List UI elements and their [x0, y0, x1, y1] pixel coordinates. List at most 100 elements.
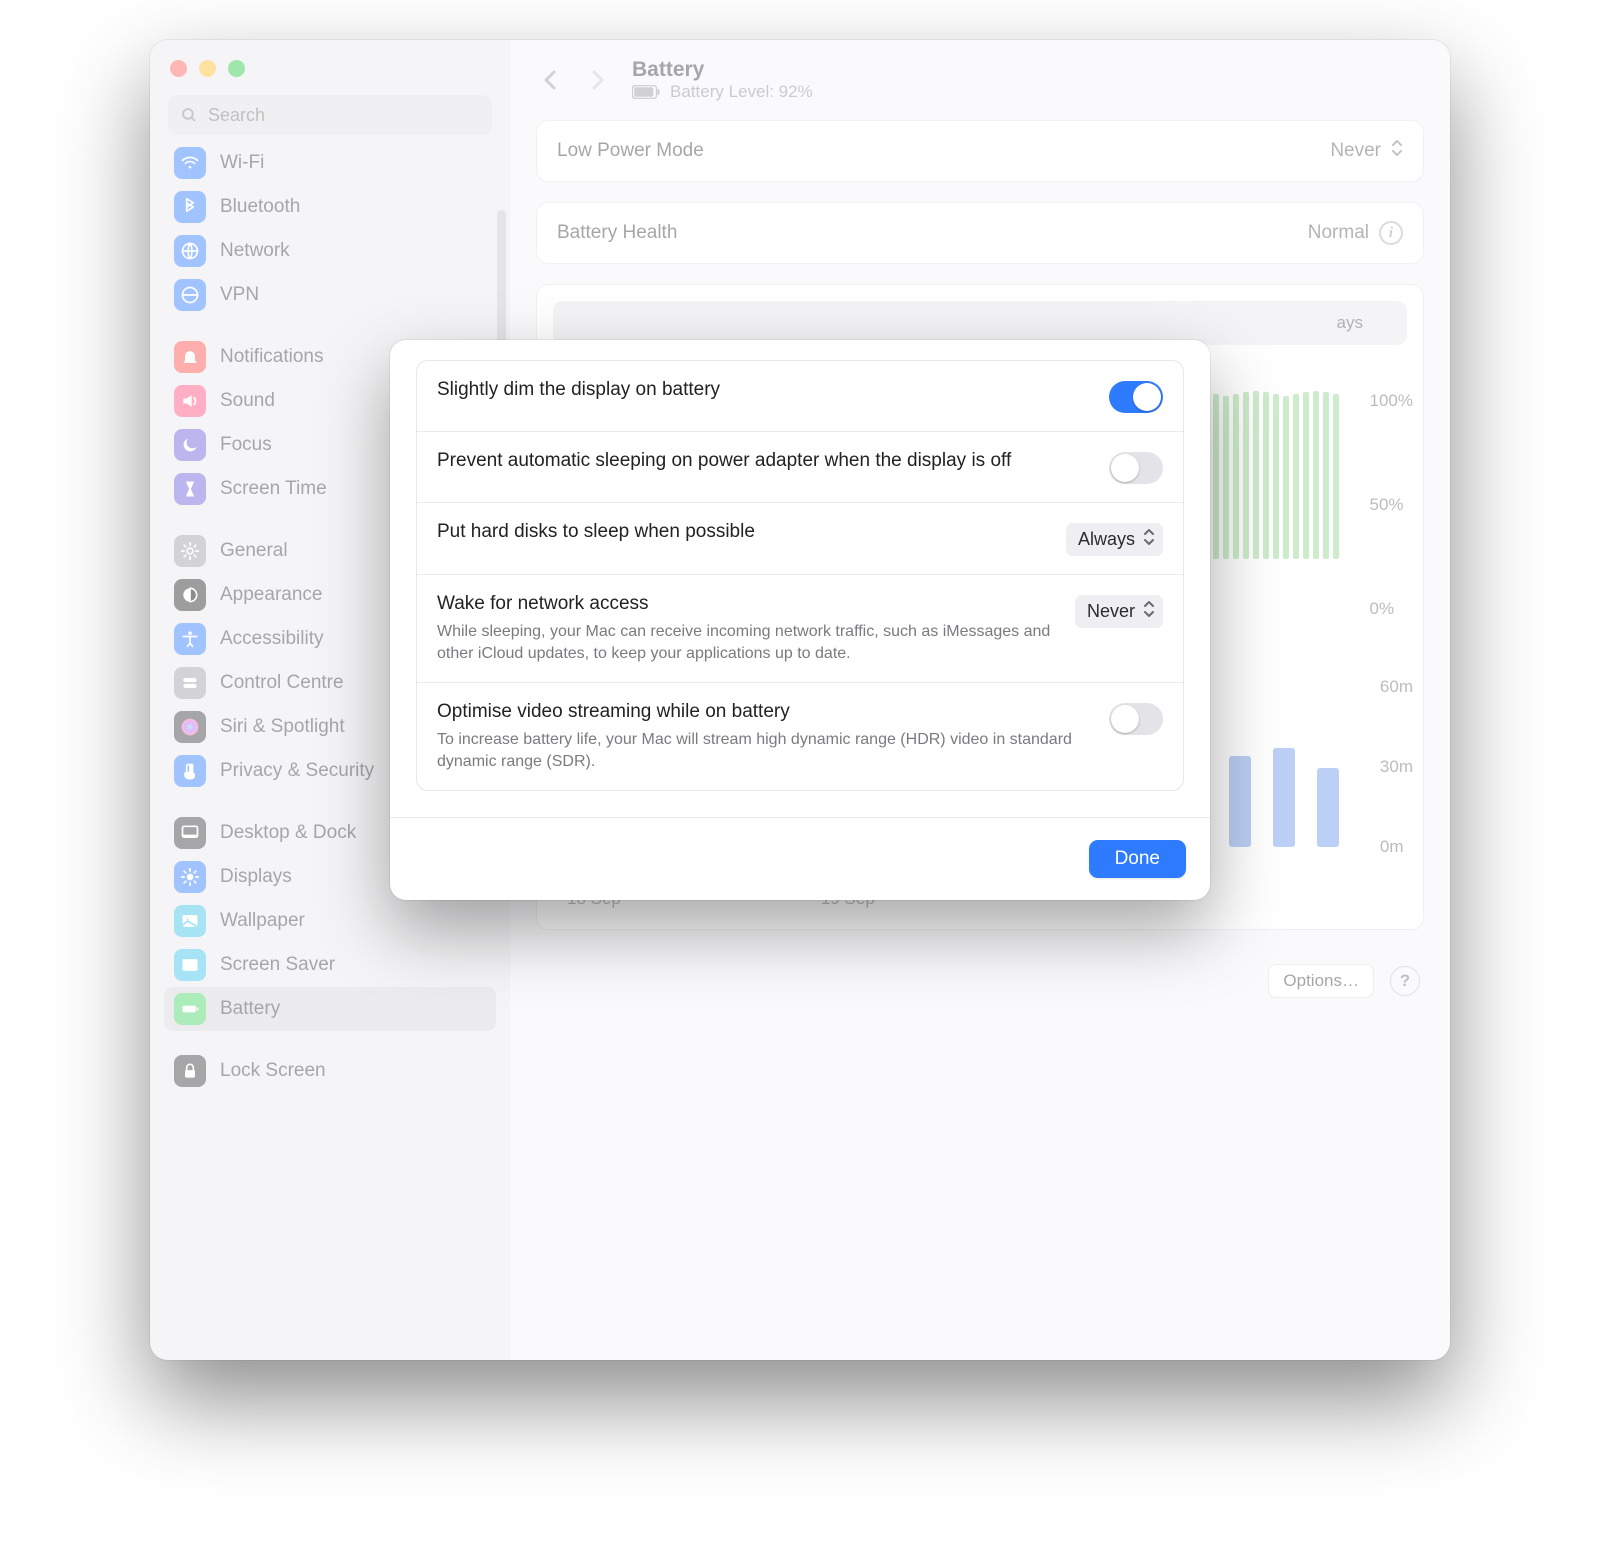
green-bar: [1243, 392, 1249, 559]
select-put-hard-disks-to-sleep-when-possible[interactable]: Always: [1066, 523, 1163, 556]
green-bar: [1213, 394, 1219, 559]
dock-icon: [174, 817, 206, 849]
lock-icon: [174, 1055, 206, 1087]
system-settings-window: Wi-Fi BluetoothNetwork VPN Notifications Sou…: [150, 40, 1450, 1360]
low-power-value: Never: [1330, 140, 1381, 162]
y-label: 60m: [1380, 677, 1413, 697]
toggle-prevent-automatic-sleeping-on-power-adap[interactable]: [1109, 452, 1163, 484]
page-subtitle: Battery Level: 92%: [632, 82, 813, 102]
usage-tab-hidden-left[interactable]: [557, 305, 1297, 341]
sidebar-item-vpn[interactable]: VPN: [164, 273, 496, 317]
chevron-updown-icon: [1143, 528, 1155, 551]
select-wake-for-network-access[interactable]: Never: [1075, 595, 1163, 628]
blue-y-labels: 60m30m0m: [1380, 677, 1413, 857]
sidebar-item-bluetooth[interactable]: Bluetooth: [164, 185, 496, 229]
sidebar-item-network[interactable]: Network: [164, 229, 496, 273]
sheet-row-title: Prevent automatic sleeping on power adap…: [437, 450, 1085, 472]
appear-icon: [174, 579, 206, 611]
close-window-button[interactable]: [170, 60, 187, 77]
sidebar-item-label: Battery: [220, 998, 280, 1020]
toggle-slightly-dim-the-display-on-battery[interactable]: [1109, 381, 1163, 413]
ss-icon: [174, 949, 206, 981]
blue-bar: [1317, 768, 1339, 847]
select-value: Never: [1087, 601, 1135, 622]
usage-tabbar: ays: [553, 301, 1407, 345]
chevron-updown-icon: [1391, 139, 1403, 163]
info-icon[interactable]: i: [1379, 221, 1403, 245]
cc-icon: [174, 667, 206, 699]
sheet-row-optimise-video-streaming-while-on-batter: Optimise video streaming while on batter…: [417, 683, 1183, 790]
sidebar-item-label: Displays: [220, 866, 292, 888]
y-label: 50%: [1370, 495, 1413, 515]
low-power-row[interactable]: Low Power Mode Never: [537, 121, 1423, 181]
wall-icon: [174, 905, 206, 937]
zoom-window-button[interactable]: [228, 60, 245, 77]
sidebar-item-wi-fi[interactable]: Wi-Fi: [164, 141, 496, 185]
battery-health-label: Battery Health: [557, 222, 677, 244]
green-bar: [1333, 394, 1339, 559]
select-value: Always: [1078, 529, 1135, 550]
sidebar-item-label: Screen Saver: [220, 954, 335, 976]
search-field[interactable]: [168, 95, 492, 135]
sidebar-item-label: Wallpaper: [220, 910, 305, 932]
green-bar: [1223, 396, 1229, 559]
sidebar-item-label: Focus: [220, 434, 272, 456]
sidebar-item-lock-screen[interactable]: Lock Screen: [164, 1049, 496, 1093]
sidebar-item-label: Lock Screen: [220, 1060, 326, 1082]
sidebar-item-label: Notifications: [220, 346, 324, 368]
hand-icon: [174, 755, 206, 787]
battery-icon: [632, 85, 660, 99]
sidebar-item-label: Sound: [220, 390, 275, 412]
sidebar-item-label: Wi-Fi: [220, 152, 264, 174]
sidebar-item-wallpaper[interactable]: Wallpaper: [164, 899, 496, 943]
sidebar-item-label: Accessibility: [220, 628, 323, 650]
header: Battery Battery Level: 92%: [536, 58, 1424, 102]
sheet-row-desc: To increase battery life, your Mac will …: [437, 729, 1085, 772]
bt-icon: [174, 191, 206, 223]
net-icon: [174, 235, 206, 267]
sidebar-item-label: Privacy & Security: [220, 760, 374, 782]
sidebar-item-label: Appearance: [220, 584, 322, 606]
battery-health-value: Normal: [1308, 222, 1369, 244]
sheet-row-wake-for-network-access: Wake for network accessWhile sleeping, y…: [417, 575, 1183, 683]
help-button[interactable]: ?: [1390, 966, 1420, 996]
disp-icon: [174, 861, 206, 893]
wifi-icon: [174, 147, 206, 179]
search-input[interactable]: [208, 105, 480, 126]
sidebar-item-battery[interactable]: Battery: [164, 987, 496, 1031]
y-label: 0m: [1380, 837, 1413, 857]
nav-forward-button[interactable]: [584, 66, 612, 94]
sidebar-item-label: Screen Time: [220, 478, 327, 500]
blue-bar: [1229, 756, 1251, 847]
sound-icon: [174, 385, 206, 417]
y-label: 0%: [1370, 599, 1413, 619]
low-power-panel: Low Power Mode Never: [536, 120, 1424, 182]
sheet-row-title: Slightly dim the display on battery: [437, 379, 1085, 401]
green-bar: [1253, 391, 1259, 559]
sidebar-item-label: Desktop & Dock: [220, 822, 356, 844]
green-bar: [1323, 392, 1329, 559]
battery-health-row[interactable]: Battery Health Normal i: [537, 203, 1423, 263]
sheet-row-slightly-dim-the-display-on-battery: Slightly dim the display on battery: [417, 361, 1183, 432]
options-button[interactable]: Options…: [1268, 964, 1374, 998]
sheet-row-title: Optimise video streaming while on batter…: [437, 701, 1085, 723]
search-icon: [180, 106, 198, 124]
sidebar-item-label: General: [220, 540, 288, 562]
nav-back-button[interactable]: [536, 66, 564, 94]
sidebar-item-label: VPN: [220, 284, 259, 306]
done-button[interactable]: Done: [1089, 840, 1186, 878]
hour-icon: [174, 473, 206, 505]
gear-icon: [174, 535, 206, 567]
minimize-window-button[interactable]: [199, 60, 216, 77]
usage-tab-days[interactable]: ays: [1297, 305, 1403, 341]
toggle-optimise-video-streaming-while-on-batter[interactable]: [1109, 703, 1163, 735]
low-power-label: Low Power Mode: [557, 140, 704, 162]
green-bar: [1263, 392, 1269, 559]
green-bar: [1303, 392, 1309, 559]
green-y-labels: 100% 50% 0%: [1370, 391, 1413, 619]
chevron-updown-icon: [1143, 600, 1155, 623]
sidebar-item-screen-saver[interactable]: Screen Saver: [164, 943, 496, 987]
footer: Options… ?: [536, 950, 1424, 998]
green-bar: [1233, 394, 1239, 559]
y-label: 100%: [1370, 391, 1413, 411]
